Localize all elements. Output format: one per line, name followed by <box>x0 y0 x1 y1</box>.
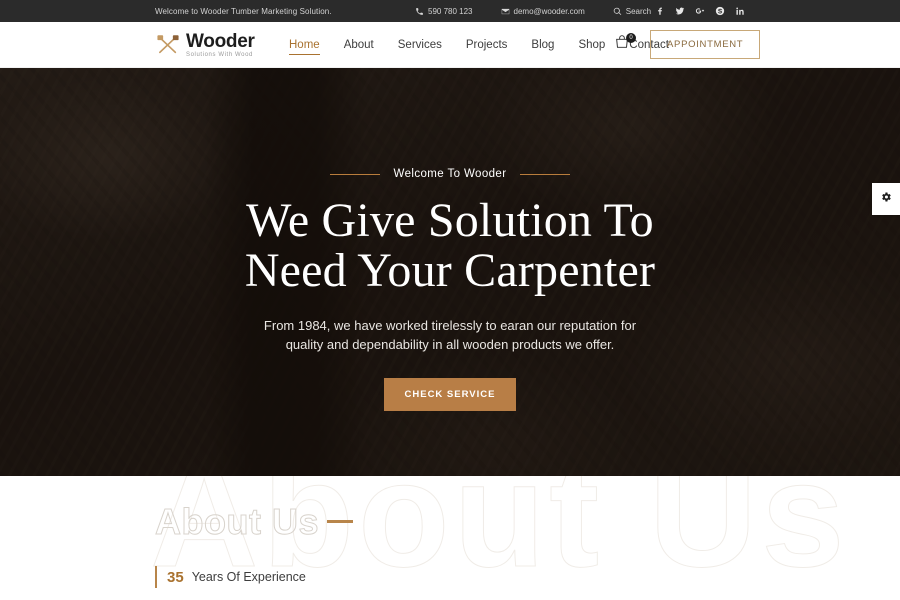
hero-eyebrow-text: Welcome To Wooder <box>393 168 507 180</box>
experience-label: Years Of Experience <box>191 570 306 584</box>
phone-icon <box>415 7 424 16</box>
topbar-contact-group: 590 780 123 demo@wooder.com Search <box>415 7 651 16</box>
search-trigger[interactable]: Search <box>613 7 651 16</box>
appointment-button[interactable]: APPOINTMENT <box>650 30 761 59</box>
about-heading: About Us <box>155 501 319 542</box>
about-section: About Us About Us 35 Years Of Experience <box>0 476 900 600</box>
crossed-tools-logo-icon <box>155 32 181 58</box>
envelope-icon <box>501 7 510 16</box>
experience-years: 35 <box>167 568 184 586</box>
hero-content: Welcome To Wooder We Give Solution To Ne… <box>0 68 900 476</box>
site-logo[interactable]: Wooder Solutions With Wood <box>155 32 255 58</box>
email-contact[interactable]: demo@wooder.com <box>501 7 585 16</box>
about-text-column: About Us 35 Years Of Experience <box>0 476 900 588</box>
facebook-icon[interactable] <box>650 3 670 19</box>
logo-name: Wooder <box>186 30 255 52</box>
site-header: Wooder Solutions With Wood Home About Se… <box>0 22 900 68</box>
gear-icon <box>880 190 892 208</box>
top-bar: Welcome to Wooder Tumber Marketing Solut… <box>0 0 900 22</box>
nav-item-projects[interactable]: Projects <box>454 39 520 51</box>
settings-panel-toggle[interactable] <box>872 183 900 215</box>
about-heading-dash <box>326 519 353 523</box>
cart-button[interactable]: 0 <box>612 32 636 55</box>
search-icon <box>613 7 622 16</box>
email-address: demo@wooder.com <box>513 6 585 16</box>
nav-item-shop[interactable]: Shop <box>566 39 617 51</box>
header-actions: 0 APPOINTMENT <box>612 30 761 59</box>
cart-count-badge: 0 <box>626 32 636 43</box>
hero-section: Welcome To Wooder We Give Solution To Ne… <box>0 68 900 476</box>
nav-item-home[interactable]: Home <box>277 39 332 55</box>
skype-icon[interactable] <box>710 3 730 19</box>
hero-subtitle-line-2: quality and dependability in all wooden … <box>285 336 615 352</box>
hero-subtitle: From 1984, we have worked tirelessly to … <box>250 317 650 355</box>
eyebrow-line-right <box>520 173 571 175</box>
nav-item-about[interactable]: About <box>332 39 386 51</box>
hero-title-line-1: We Give Solution To <box>246 194 654 247</box>
twitter-icon[interactable] <box>670 3 690 19</box>
hero-subtitle-line-1: From 1984, we have worked tirelessly to … <box>263 317 637 333</box>
social-links <box>650 3 750 19</box>
search-label: Search <box>625 6 652 16</box>
nav-item-blog[interactable]: Blog <box>519 39 566 51</box>
hero-eyebrow: Welcome To Wooder <box>329 168 571 180</box>
logo-tagline: Solutions With Wood <box>186 51 253 58</box>
phone-number: 590 780 123 <box>428 6 473 16</box>
eyebrow-line-left <box>329 173 380 175</box>
experience-badge: 35 Years Of Experience <box>155 566 900 588</box>
check-service-button[interactable]: CHECK SERVICE <box>383 378 517 412</box>
hero-title-line-2: Need Your Carpenter <box>244 244 656 298</box>
phone-contact[interactable]: 590 780 123 <box>415 7 473 16</box>
welcome-message: Welcome to Wooder Tumber Marketing Solut… <box>155 6 332 16</box>
nav-item-services[interactable]: Services <box>386 39 454 51</box>
google-plus-icon[interactable] <box>690 3 710 19</box>
linkedin-icon[interactable] <box>730 3 750 19</box>
hero-title: We Give Solution To Need Your Carpenter <box>244 194 656 298</box>
